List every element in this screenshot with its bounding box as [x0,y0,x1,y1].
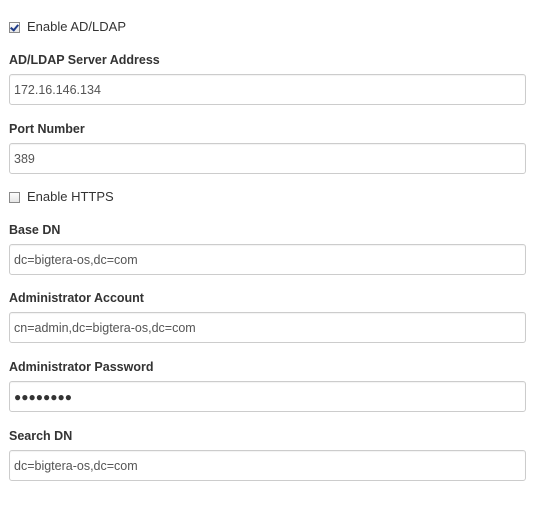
port-number-label: Port Number [9,122,85,136]
admin-account-input[interactable]: cn=admin,dc=bigtera-os,dc=com [9,312,526,343]
admin-account-value: cn=admin,dc=bigtera-os,dc=com [14,320,196,335]
admin-account-label: Administrator Account [9,291,144,305]
base-dn-label: Base DN [9,223,61,237]
port-number-value: 389 [14,151,35,166]
enable-ldap-checkbox[interactable] [9,21,20,33]
base-dn-value: dc=bigtera-os,dc=com [14,252,138,267]
admin-password-input[interactable]: ●●●●●●●● [9,381,526,412]
search-dn-label: Search DN [9,429,73,443]
server-address-input[interactable]: 172.16.146.134 [9,74,526,105]
admin-password-label: Administrator Password [9,360,154,374]
admin-password-masked: ●●●●●●●● [14,389,72,404]
search-dn-input[interactable]: dc=bigtera-os,dc=com [9,450,526,481]
search-dn-value: dc=bigtera-os,dc=com [14,458,138,473]
base-dn-input[interactable]: dc=bigtera-os,dc=com [9,244,526,275]
server-address-label: AD/LDAP Server Address [9,53,160,67]
enable-ldap-label: Enable AD/LDAP [27,19,127,34]
enable-https-row[interactable]: Enable HTTPS [9,188,114,206]
enable-https-label: Enable HTTPS [27,189,114,204]
server-address-value: 172.16.146.134 [14,82,101,97]
enable-https-checkbox[interactable] [9,191,20,203]
enable-ldap-row[interactable]: Enable AD/LDAP [9,18,126,36]
port-number-input[interactable]: 389 [9,143,526,174]
